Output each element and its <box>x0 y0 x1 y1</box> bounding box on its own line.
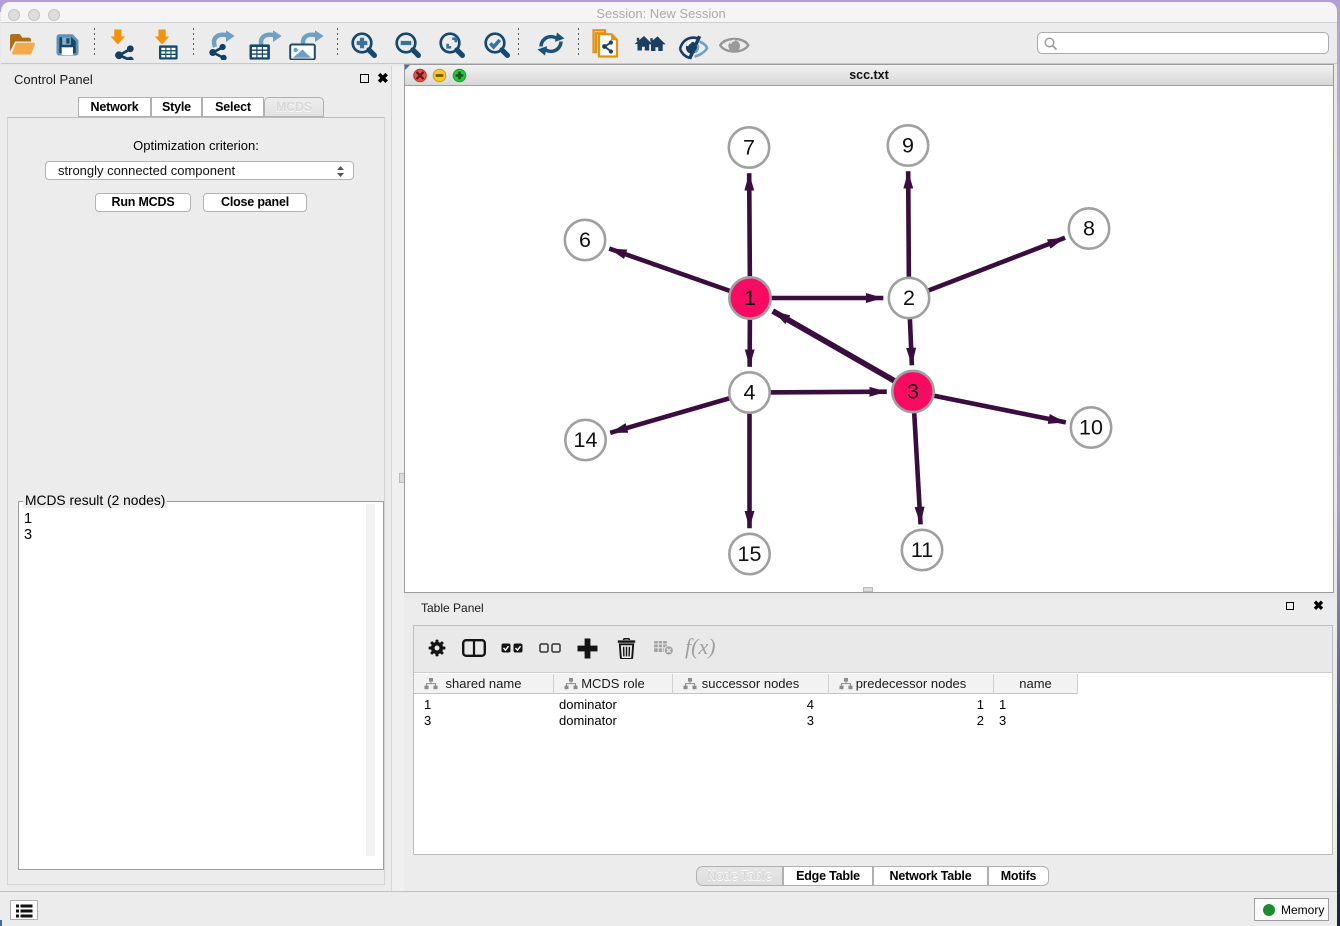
svg-text:10: 10 <box>1079 416 1103 440</box>
svg-text:8: 8 <box>1083 217 1095 241</box>
svg-text:11: 11 <box>911 538 933 562</box>
svg-text:9: 9 <box>902 134 914 158</box>
svg-text:14: 14 <box>574 428 598 452</box>
svg-text:3: 3 <box>907 380 919 404</box>
svg-text:6: 6 <box>579 228 591 252</box>
svg-text:4: 4 <box>744 381 756 405</box>
svg-text:2: 2 <box>903 286 915 310</box>
svg-text:15: 15 <box>738 542 762 566</box>
svg-text:1: 1 <box>744 286 756 310</box>
svg-text:7: 7 <box>743 136 755 160</box>
